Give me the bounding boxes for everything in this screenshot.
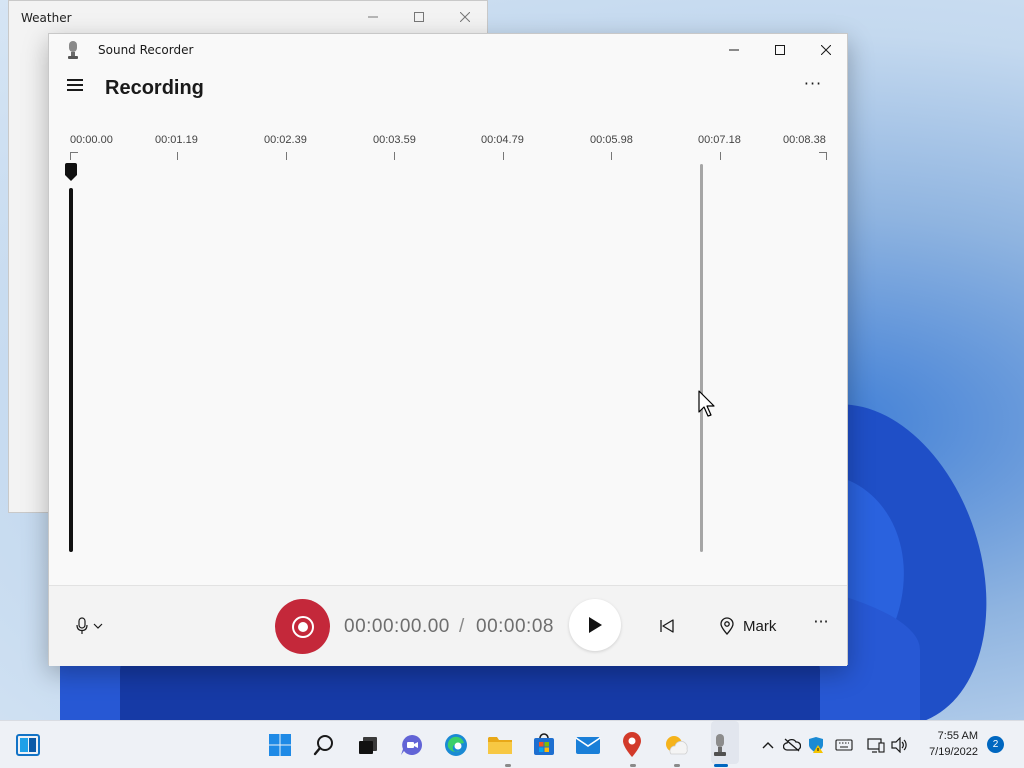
running-indicator	[630, 764, 636, 767]
task-view-button[interactable]	[352, 729, 384, 761]
chevron-up-icon	[762, 742, 774, 749]
task-view-icon	[359, 737, 377, 754]
keyboard-tray-icon[interactable]	[834, 735, 854, 755]
hamburger-menu-icon[interactable]	[67, 79, 83, 93]
mark-label: Mark	[743, 617, 777, 635]
taskbar: 7:55 AM 7/19/2022 2	[0, 720, 1024, 768]
active-indicator	[714, 764, 728, 767]
timeline-start-bracket	[70, 152, 78, 160]
running-indicator	[505, 764, 511, 767]
volume-tray-icon[interactable]	[890, 735, 910, 755]
current-time: 00:00:00.00	[344, 616, 450, 637]
timeline-tick	[503, 152, 504, 160]
map-pin-icon	[623, 732, 641, 757]
clock-date: 7/19/2022	[929, 746, 978, 758]
timeline-tick-label: 00:04.79	[481, 134, 524, 146]
microphone-icon	[714, 734, 726, 756]
app-title: Sound Recorder	[98, 43, 194, 57]
chat-icon	[401, 735, 422, 755]
microsoft-store-button[interactable]	[528, 729, 560, 761]
microphone-app-icon	[68, 41, 78, 59]
mail-icon	[575, 737, 601, 754]
mouse-cursor-icon	[698, 390, 715, 417]
microphone-icon	[76, 617, 88, 634]
start-button[interactable]	[264, 729, 296, 761]
record-button[interactable]	[275, 599, 330, 654]
play-icon	[589, 617, 602, 633]
timeline-tick-label: 00:03.59	[373, 134, 416, 146]
playhead-handle-icon[interactable]	[65, 163, 77, 181]
close-button[interactable]	[803, 34, 849, 66]
timeline-tick	[177, 152, 178, 160]
skip-back-icon	[660, 619, 674, 633]
security-tray-icon[interactable]	[806, 735, 826, 755]
playback-controls-bar: 00:00:00.00 / 00:00:08 Mark ···	[49, 585, 847, 666]
timeline-tick-label: 00:05.98	[590, 134, 633, 146]
weather-icon	[666, 736, 688, 755]
record-icon	[291, 615, 314, 638]
mail-button[interactable]	[572, 729, 604, 761]
time-separator: /	[459, 616, 465, 637]
file-explorer-button[interactable]	[484, 729, 516, 761]
microphone-select-button[interactable]	[75, 612, 115, 640]
timeline-tick-label: 00:02.39	[264, 134, 307, 146]
maximize-button[interactable]	[396, 1, 442, 33]
total-time: 00:00:08	[476, 616, 554, 637]
clock[interactable]: 7:55 AM 7/19/2022	[918, 728, 978, 760]
running-indicator	[674, 764, 680, 767]
page-title: Recording	[105, 77, 204, 99]
timeline-tick	[720, 152, 721, 160]
edge-browser-icon	[445, 734, 467, 756]
notification-badge[interactable]: 2	[987, 736, 1004, 753]
timeline-tick-label: 00:07.18	[698, 134, 741, 146]
weather-window-title: Weather	[21, 11, 72, 25]
sound-recorder-window[interactable]: Sound Recorder Recording ··· 00:00.00 00…	[48, 33, 848, 666]
folder-icon	[488, 737, 512, 754]
search-icon	[313, 735, 333, 756]
sound-recorder-taskbar-button[interactable]	[704, 729, 736, 761]
onedrive-tray-icon[interactable]	[782, 735, 802, 755]
timeline-tick	[611, 152, 612, 160]
cloud-offline-icon	[783, 738, 801, 752]
more-options-button[interactable]: ···	[797, 74, 829, 98]
chevron-down-icon	[93, 623, 103, 629]
timeline-tick-label: 00:01.19	[155, 134, 198, 146]
location-pin-icon	[720, 617, 734, 635]
maximize-button[interactable]	[757, 34, 803, 66]
weather-app-button[interactable]	[660, 729, 692, 761]
recording-end-line	[700, 164, 703, 552]
clock-time: 7:55 AM	[937, 730, 978, 742]
waveform-area[interactable]	[65, 162, 831, 554]
title-bar[interactable]: Sound Recorder	[49, 34, 847, 66]
widgets-button[interactable]	[12, 729, 44, 761]
widgets-icon	[16, 734, 40, 756]
search-button[interactable]	[308, 729, 340, 761]
timeline-tick	[286, 152, 287, 160]
skip-to-start-button[interactable]	[653, 612, 681, 640]
minimize-button[interactable]	[711, 34, 757, 66]
maps-button[interactable]	[616, 729, 648, 761]
close-button[interactable]	[442, 1, 488, 33]
keyboard-icon	[835, 739, 853, 751]
playhead-line[interactable]	[69, 188, 73, 552]
more-options-button[interactable]: ···	[807, 612, 835, 640]
shield-warning-icon	[809, 737, 823, 753]
windows-logo-icon	[269, 734, 291, 756]
play-button[interactable]	[569, 599, 621, 651]
minimize-button[interactable]	[350, 1, 396, 33]
timeline-end-bracket	[819, 152, 827, 160]
edge-browser-button[interactable]	[440, 729, 472, 761]
timeline-tick-label: 00:08.38	[783, 134, 826, 146]
mark-button[interactable]: Mark	[719, 612, 776, 640]
store-icon	[534, 733, 554, 755]
network-icon	[867, 738, 885, 753]
timeline-tick	[394, 152, 395, 160]
teams-chat-button[interactable]	[396, 729, 428, 761]
speaker-icon	[891, 737, 907, 753]
network-tray-icon[interactable]	[866, 735, 886, 755]
show-hidden-icons-button[interactable]	[758, 735, 778, 755]
timeline-tick-label: 00:00.00	[70, 134, 113, 146]
